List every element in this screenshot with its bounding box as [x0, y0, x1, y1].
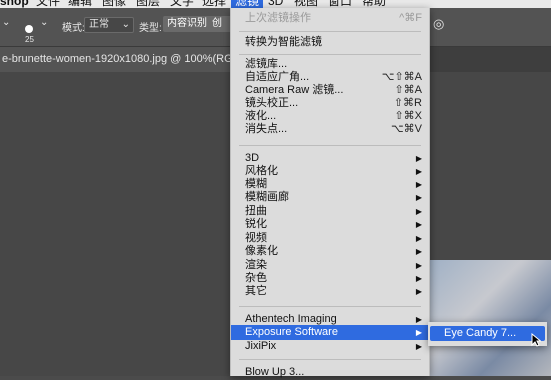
menu-item-vanishing-point[interactable]: 消失点... ⌥⌘V [231, 122, 429, 137]
menu-item-blur-gallery[interactable]: 模糊画廊 ▶ [231, 190, 429, 205]
menu-item-jixipix[interactable]: JixiPix ▶ [231, 339, 429, 354]
menu-item-label: 锐化 [245, 218, 267, 230]
menu-shortcut: ^⌘F [399, 12, 422, 24]
menu-item-label: Exposure Software [245, 326, 338, 338]
menu-item-exposure-software[interactable]: Exposure Software ▶ [231, 325, 429, 340]
content-aware-button[interactable]: 内容识别 [163, 16, 211, 32]
menu-item-sharpen[interactable]: 锐化 ▶ [231, 217, 429, 232]
menu-item-label: 转换为智能滤镜 [245, 36, 322, 48]
document-tab[interactable]: e-brunette-women-1920x1080.jpg @ 100%(RG… [0, 47, 231, 72]
submenu-arrow-icon: ▶ [415, 328, 422, 337]
chevron-down-icon[interactable]: ⌄ [2, 17, 10, 28]
menu-item-label: 上次滤镜操作 [245, 12, 311, 24]
brush-dropdown-icon[interactable]: ⌄ [40, 17, 48, 28]
menubar-layer[interactable]: 图层 [136, 0, 160, 8]
menu-bar: shop 文件 编辑 图像 图层 文字 选择 滤镜 3D 视图 窗口 帮助 [0, 0, 551, 8]
pressure-icon[interactable]: ◎ [433, 16, 444, 32]
mouse-cursor-icon [531, 333, 541, 347]
submenu-arrow-icon: ▶ [415, 287, 422, 296]
submenu-arrow-icon: ▶ [415, 247, 422, 256]
menubar-type[interactable]: 文字 [170, 0, 194, 8]
menubar-edit[interactable]: 编辑 [68, 0, 92, 8]
menu-divider [239, 31, 421, 32]
brush-preview-icon[interactable] [25, 25, 33, 33]
menu-item-label: Blow Up 3... [245, 366, 305, 378]
menu-item-last-filter: 上次滤镜操作 ^⌘F [231, 11, 429, 26]
menu-item-label: 像素化 [245, 245, 278, 257]
menubar-window[interactable]: 窗口 [328, 0, 352, 8]
menu-item-label: 其它 [245, 285, 267, 297]
mode-label: 模式: [62, 23, 85, 34]
menu-item-label: JixiPix [245, 340, 277, 352]
menubar-select[interactable]: 选择 [202, 0, 226, 8]
submenu-arrow-icon: ▶ [415, 193, 422, 202]
menu-divider [239, 54, 421, 55]
menu-item-label: 模糊画廊 [245, 191, 289, 203]
menu-divider [239, 359, 421, 360]
exposure-software-submenu: Eye Candy 7... [428, 322, 547, 346]
menubar-3d[interactable]: 3D [268, 0, 283, 8]
menu-divider [239, 145, 421, 146]
mode-select-value: 正常 [89, 19, 109, 30]
chevron-down-icon: ⌄ [121, 19, 130, 30]
submenu-arrow-icon: ▶ [415, 342, 422, 351]
menu-item-label: Eye Candy 7... [444, 327, 517, 339]
brush-size-value: 25 [25, 35, 34, 44]
mode-select[interactable]: 正常 ⌄ [84, 17, 134, 33]
document-tab-title: e-brunette-women-1920x1080.jpg @ 100%(RG… [2, 53, 231, 65]
menubar-view[interactable]: 视图 [294, 0, 318, 8]
submenu-arrow-icon: ▶ [415, 220, 422, 229]
type-label: 类型: [139, 23, 162, 34]
menubar-image[interactable]: 图像 [102, 0, 126, 8]
document-image [427, 260, 551, 376]
menu-divider [239, 306, 421, 307]
menubar-help[interactable]: 帮助 [362, 0, 386, 8]
menu-item-other[interactable]: 其它 ▶ [231, 284, 429, 299]
menubar-file[interactable]: 文件 [36, 0, 60, 8]
menu-item-label: 消失点... [245, 123, 288, 135]
filter-menu: 上次滤镜操作 ^⌘F 转换为智能滤镜 滤镜库... 自适应广角... ⌥⇧⌘A … [230, 8, 430, 378]
menubar-filter[interactable]: 滤镜 [231, 0, 264, 8]
submenu-item-eye-candy[interactable]: Eye Candy 7... [430, 326, 545, 341]
menu-item-blow-up[interactable]: Blow Up 3... [231, 365, 429, 380]
menu-shortcut: ⌥⌘V [390, 123, 422, 135]
menu-item-convert-smart-filter[interactable]: 转换为智能滤镜 [231, 35, 429, 50]
menubar-app-name[interactable]: shop [0, 0, 29, 8]
create-texture-button[interactable]: 创建 [208, 16, 232, 32]
menu-item-pixelate[interactable]: 像素化 ▶ [231, 244, 429, 259]
